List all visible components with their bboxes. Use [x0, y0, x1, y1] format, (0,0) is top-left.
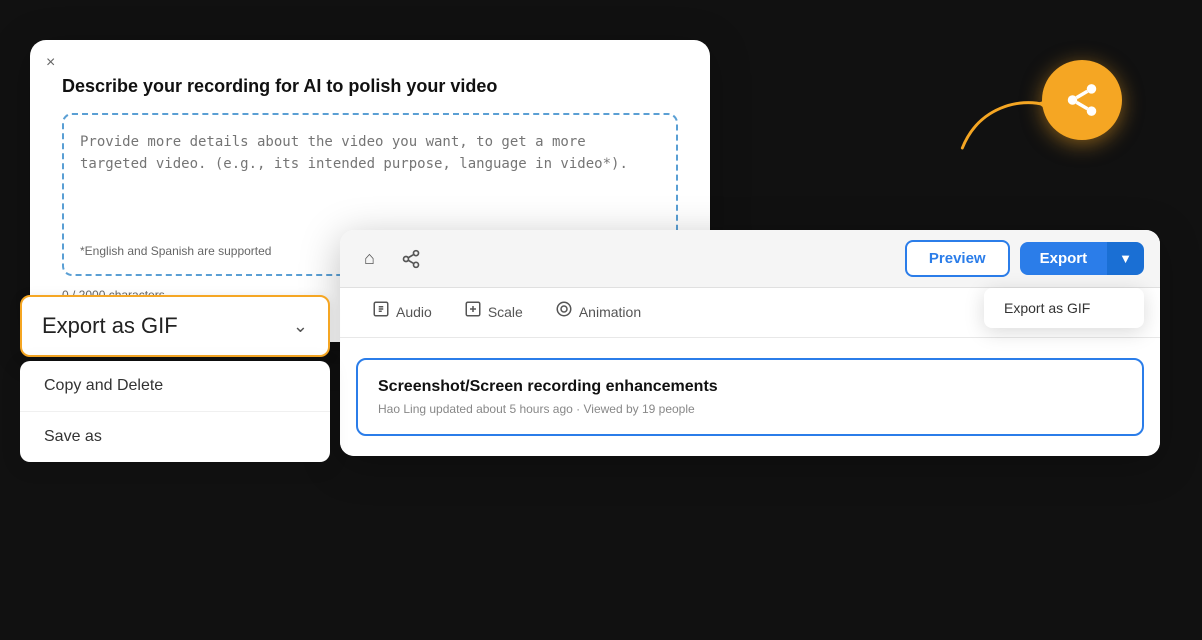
- tab-animation-label: Animation: [579, 304, 641, 320]
- home-icon: ⌂: [364, 248, 375, 269]
- toolbar: ⌂ Preview Export ▼ Export as GIF: [340, 230, 1160, 288]
- content-card: Screenshot/Screen recording enhancements…: [356, 358, 1144, 436]
- export-dropdown-button[interactable]: ▼: [1107, 242, 1144, 275]
- scene: × Describe your recording for AI to poli…: [0, 0, 1202, 640]
- tab-animation[interactable]: Animation: [539, 288, 657, 337]
- chevron-down-icon: ⌄: [293, 316, 308, 337]
- tab-audio-label: Audio: [396, 304, 432, 320]
- share-icon-wrapper: [1042, 60, 1122, 140]
- content-card-title: Screenshot/Screen recording enhancements: [378, 378, 1122, 396]
- share-circle-icon: [1063, 81, 1101, 119]
- animation-icon: [555, 300, 573, 323]
- export-gif-dropdown: Copy and Delete Save as: [20, 361, 330, 462]
- export-toolbar-dropdown: Export as GIF: [984, 288, 1144, 328]
- copy-and-delete-item[interactable]: Copy and Delete: [20, 361, 330, 412]
- content-card-meta: Hao Ling updated about 5 hours ago · Vie…: [378, 402, 1122, 416]
- save-as-item[interactable]: Save as: [20, 412, 330, 462]
- arrow-icon: [954, 88, 1054, 158]
- tab-scale[interactable]: Scale: [448, 288, 539, 337]
- home-button[interactable]: ⌂: [356, 242, 383, 275]
- audio-icon: [372, 300, 390, 323]
- export-gif-button[interactable]: Export as GIF ⌄: [20, 295, 330, 357]
- tab-audio[interactable]: Audio: [356, 288, 448, 337]
- preview-button[interactable]: Preview: [905, 240, 1010, 277]
- export-as-gif-item[interactable]: Export as GIF: [984, 288, 1144, 328]
- export-gif-label: Export as GIF: [42, 313, 178, 339]
- share-button[interactable]: [393, 243, 429, 275]
- share-circle[interactable]: [1042, 60, 1122, 140]
- scale-icon: [464, 300, 482, 323]
- export-btn-group: Export ▼: [1020, 242, 1144, 275]
- tab-scale-label: Scale: [488, 304, 523, 320]
- export-dropdown-icon: ▼: [1119, 251, 1132, 266]
- share-icon: [401, 249, 421, 269]
- ai-dialog-title: Describe your recording for AI to polish…: [62, 76, 678, 97]
- ai-textarea[interactable]: [80, 131, 660, 231]
- main-panel: ⌂ Preview Export ▼ Export as GIF: [340, 230, 1160, 456]
- content-area: Screenshot/Screen recording enhancements…: [340, 338, 1160, 456]
- export-main-button[interactable]: Export: [1020, 242, 1108, 275]
- close-button[interactable]: ×: [46, 54, 55, 72]
- export-gif-panel: Export as GIF ⌄ Copy and Delete Save as: [20, 295, 330, 462]
